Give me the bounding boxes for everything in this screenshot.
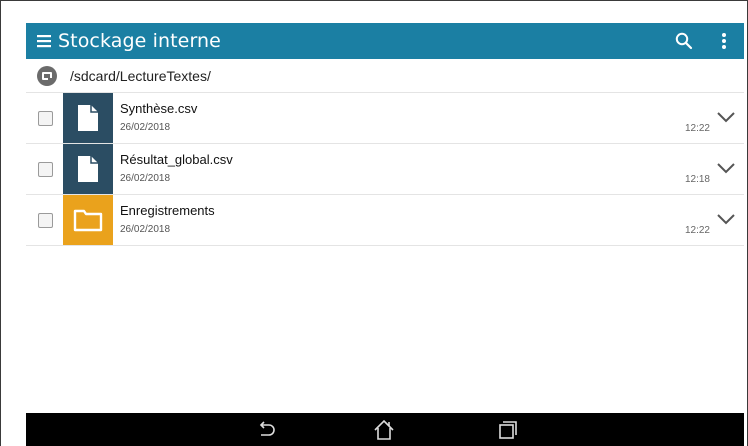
app-title: Stockage interne [58, 30, 221, 52]
file-icon [63, 144, 113, 194]
file-list: Synthèse.csv 26/02/2018 12:22 Résultat_g… [26, 93, 744, 246]
file-manager-screen: Stockage interne /sdcard/LectureTextes/ … [26, 23, 744, 446]
list-item[interactable]: Résultat_global.csv 26/02/2018 12:18 [26, 144, 744, 195]
select-checkbox[interactable] [38, 162, 53, 177]
select-checkbox[interactable] [38, 111, 53, 126]
file-time: 12:22 [684, 123, 710, 134]
app-bar: Stockage interne [26, 23, 744, 59]
folder-icon [63, 195, 113, 245]
current-path[interactable]: /sdcard/LectureTextes/ [70, 68, 211, 84]
menu-icon[interactable] [32, 23, 56, 59]
search-icon[interactable] [664, 23, 704, 59]
recents-icon[interactable] [496, 418, 520, 442]
chevron-down-icon[interactable] [716, 160, 736, 174]
system-navigation-bar [26, 413, 744, 446]
breadcrumb: /sdcard/LectureTextes/ [26, 59, 744, 93]
file-time: 12:22 [684, 225, 710, 236]
folder-name: Enregistrements [120, 203, 215, 218]
back-icon[interactable] [254, 418, 278, 442]
file-name: Synthèse.csv [120, 101, 198, 116]
file-date: 26/02/2018 [120, 224, 171, 235]
more-vert-icon[interactable] [704, 23, 744, 59]
file-date: 26/02/2018 [120, 122, 171, 133]
file-time: 12:18 [684, 174, 710, 185]
chevron-down-icon[interactable] [716, 109, 736, 123]
home-icon[interactable] [372, 418, 396, 442]
list-item[interactable]: Enregistrements 26/02/2018 12:22 [26, 195, 744, 246]
chevron-down-icon[interactable] [716, 211, 736, 225]
file-name: Résultat_global.csv [120, 152, 233, 167]
file-date: 26/02/2018 [120, 173, 171, 184]
sd-storage-icon [36, 65, 58, 87]
list-item[interactable]: Synthèse.csv 26/02/2018 12:22 [26, 93, 744, 144]
file-icon [63, 93, 113, 143]
select-checkbox[interactable] [38, 213, 53, 228]
